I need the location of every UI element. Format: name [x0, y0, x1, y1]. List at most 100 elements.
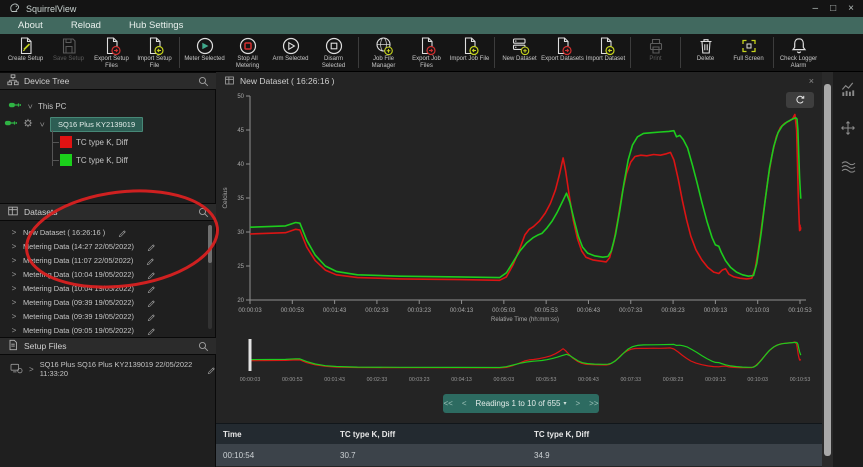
chevron-right-icon[interactable]: >: [10, 298, 18, 307]
tree-node-device[interactable]: > SQ16 Plus KY2139019: [0, 115, 216, 133]
left-sidebar: Device Tree > This PC > SQ16 Plus KY2139…: [0, 72, 216, 467]
pan-icon[interactable]: [840, 120, 856, 141]
chart-close-icon[interactable]: ×: [809, 76, 814, 86]
job-file-manager-button[interactable]: Job File Manager: [362, 36, 405, 69]
pager-first-button[interactable]: <<: [444, 399, 453, 408]
svg-text:00:03:23: 00:03:23: [409, 377, 430, 383]
rename-pencil-icon[interactable]: [146, 256, 155, 265]
setup-files-search-icon[interactable]: [198, 341, 209, 352]
pager-last-button[interactable]: >>: [589, 399, 598, 408]
tree-node-this-pc[interactable]: > This PC: [0, 97, 216, 115]
datasets-search-icon[interactable]: [198, 207, 209, 218]
import-dataset-button[interactable]: Import Dataset: [584, 36, 627, 63]
waves-icon[interactable]: [840, 159, 857, 179]
svg-text:00:05:53: 00:05:53: [534, 308, 558, 314]
menu-item-reload[interactable]: Reload: [71, 20, 101, 31]
rename-pencil-icon[interactable]: [147, 298, 156, 307]
toolbar-group: New Dataset Export Datasets Import Dataset: [498, 36, 627, 63]
dataset-item[interactable]: > Metering Data (09:39 19/05/2022): [0, 309, 216, 323]
chevron-down-icon[interactable]: >: [26, 102, 35, 110]
toolbar-group: Delete Full Screen: [684, 36, 770, 63]
delete-button[interactable]: Delete: [684, 36, 727, 63]
check-logger-alarm-button[interactable]: Check Logger Alarm: [777, 36, 820, 69]
svg-text:00:07:33: 00:07:33: [619, 308, 643, 314]
range-slider-handle[interactable]: [248, 339, 252, 371]
svg-text:00:06:43: 00:06:43: [577, 308, 601, 314]
menu-item-hub-settings[interactable]: Hub Settings: [129, 20, 183, 31]
dataset-item[interactable]: > Metering Data (10:04 19/05/2022): [0, 267, 216, 281]
tree-node-channel[interactable]: TC type K, Diff: [0, 133, 216, 151]
disarm-selected-button[interactable]: Disarm Selected: [312, 36, 355, 69]
main-toolbar: Create Setup Save Setup Export Setup Files…: [0, 34, 863, 72]
rename-pencil-icon[interactable]: [147, 312, 156, 321]
pager-prev-button[interactable]: <: [462, 399, 467, 408]
export-setup-files-button[interactable]: Export Setup Files: [90, 36, 133, 69]
chevron-right-icon[interactable]: >: [10, 284, 18, 293]
export-job-files-button[interactable]: Export Job Files: [405, 36, 448, 69]
main-line-chart[interactable]: 20 25 30 35 40 45 50 Celcius 00:00:03 00:00:53 00:…: [216, 90, 822, 333]
vertical-scrollbar[interactable]: [822, 72, 833, 467]
setup-files-panel: Setup Files > SQ16 Plus SQ16 Plus KY2139…: [0, 337, 216, 467]
dataset-label: Metering Data (09:39 19/05/2022): [23, 297, 134, 307]
maximize-button[interactable]: □: [830, 3, 836, 14]
dataset-item[interactable]: > New Dataset ( 16:26:16 ): [0, 225, 216, 239]
overview-range-chart[interactable]: 00:00:03 00:00:53 00:01:43 00:02:33 00:03:23…: [216, 333, 822, 390]
setup-files-header: Setup Files: [0, 337, 216, 355]
setup-file-item[interactable]: > SQ16 Plus SQ16 Plus KY2139019 22/05/20…: [0, 360, 216, 378]
datasets-scrollbar[interactable]: [208, 225, 212, 329]
svg-text:00:00:53: 00:00:53: [281, 308, 305, 314]
combo-chart-icon[interactable]: [840, 80, 857, 102]
device-tree-search-icon[interactable]: [198, 76, 209, 87]
toolbar-separator: [680, 37, 681, 68]
export-datasets-button[interactable]: Export Datasets: [541, 36, 584, 63]
device-tree: > This PC > SQ16 Plus KY2139019 TC type …: [0, 90, 216, 169]
full-screen-button[interactable]: Full Screen: [727, 36, 770, 63]
close-button[interactable]: ×: [848, 3, 854, 14]
tree-node-label: This PC: [38, 101, 67, 111]
scrollbar-thumb[interactable]: [824, 84, 831, 456]
device-tree-title: Device Tree: [24, 76, 70, 86]
rename-pencil-icon[interactable]: [147, 242, 156, 251]
rename-pencil-icon[interactable]: [207, 365, 216, 374]
chevron-down-icon[interactable]: >: [38, 120, 47, 128]
chevron-right-icon[interactable]: >: [10, 326, 18, 335]
dataset-item[interactable]: > Metering Data (09:05 19/05/2022): [0, 323, 216, 337]
toolbar-button-label: Arm Selected: [272, 56, 309, 62]
meter-selected-button[interactable]: Meter Selected: [183, 36, 226, 69]
table-row[interactable]: 00:10:54 30.7 34.9: [216, 444, 822, 466]
device-name[interactable]: SQ16 Plus KY2139019: [50, 116, 144, 132]
gear-icon[interactable]: [22, 117, 34, 131]
import-setup-file-button[interactable]: Import Setup File: [133, 36, 176, 69]
chevron-right-icon[interactable]: >: [10, 312, 18, 321]
rename-pencil-icon[interactable]: [147, 326, 156, 335]
arm-selected-button[interactable]: Arm Selected: [269, 36, 312, 69]
toolbar-button-label: Print: [649, 56, 662, 62]
title-bar: SquirrelView – □ ×: [0, 0, 863, 17]
create-setup-button[interactable]: Create Setup: [4, 36, 47, 69]
new-dataset-button[interactable]: New Dataset: [498, 36, 541, 63]
chevron-right-icon[interactable]: >: [10, 256, 18, 265]
tree-node-channel[interactable]: TC type K, Diff: [0, 151, 216, 169]
dataset-item[interactable]: > Metering Data (11:07 22/05/2022): [0, 253, 216, 267]
rename-pencil-icon[interactable]: [118, 228, 127, 237]
dataset-item[interactable]: > Metering Data (09:39 19/05/2022): [0, 295, 216, 309]
chevron-right-icon[interactable]: >: [10, 228, 18, 237]
chevron-right-icon[interactable]: >: [10, 242, 18, 251]
pager-range-dropdown[interactable]: Readings 1 to 10 of 655 ▾: [476, 399, 567, 408]
toolbar-button-label: Save Setup: [52, 56, 85, 62]
minimize-button[interactable]: –: [813, 3, 819, 14]
import-job-file-button[interactable]: Import Job File: [448, 36, 491, 69]
stop-all-metering-button[interactable]: Stop All Metering: [226, 36, 269, 69]
rename-pencil-icon[interactable]: [147, 270, 156, 279]
rename-pencil-icon[interactable]: [147, 284, 156, 293]
toolbar-button-label: Export Setup Files: [94, 56, 129, 69]
chevron-right-icon[interactable]: >: [10, 270, 18, 279]
dataset-item[interactable]: > Metering Data (10:04 19/05/2022): [0, 281, 216, 295]
menu-item-about[interactable]: About: [18, 20, 43, 31]
toolbar-button-label: Full Screen: [733, 56, 764, 62]
dataset-item[interactable]: > Metering Data (14:27 22/05/2022): [0, 239, 216, 253]
chart-refresh-button[interactable]: [786, 92, 814, 108]
pager-next-button[interactable]: >: [575, 399, 580, 408]
toolbar-separator: [773, 37, 774, 68]
chevron-right-icon[interactable]: >: [28, 365, 35, 374]
